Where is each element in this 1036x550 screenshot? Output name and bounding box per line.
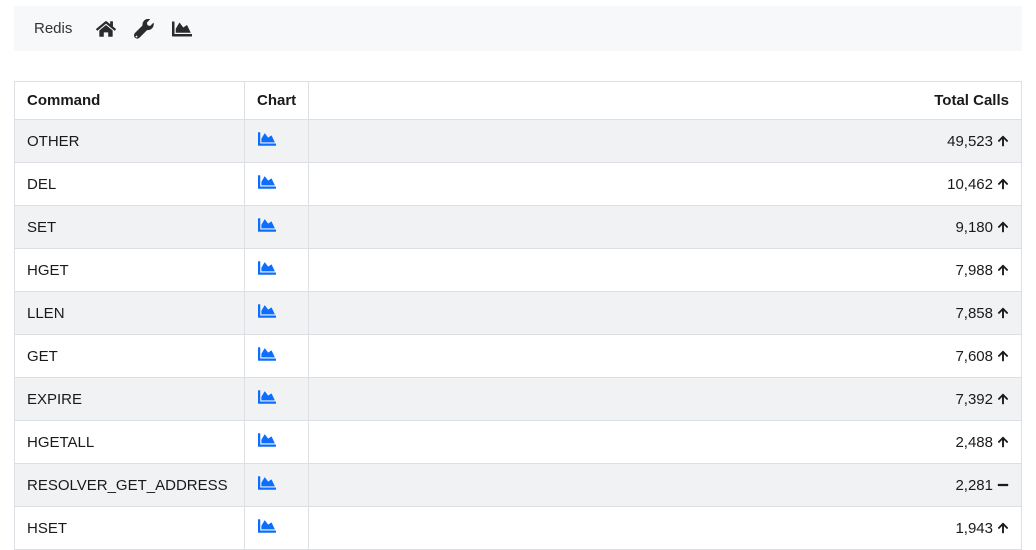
- chart-cell: [245, 421, 309, 464]
- table-row: HGET 7,988: [15, 249, 1022, 292]
- chart-cell: [245, 120, 309, 163]
- trend-up-icon: [997, 178, 1009, 190]
- chart-area-icon[interactable]: [257, 431, 277, 449]
- chart-area-icon[interactable]: [257, 130, 277, 148]
- table-row: SET 9,180: [15, 206, 1022, 249]
- table-row: GET 7,608: [15, 335, 1022, 378]
- page-title: Redis: [28, 16, 78, 41]
- chart-cell: [245, 378, 309, 421]
- total-calls-cell: 7,858: [309, 292, 1022, 335]
- total-calls-value: 9,180: [955, 219, 993, 236]
- chart-cell: [245, 249, 309, 292]
- chart-area-icon[interactable]: [257, 345, 277, 363]
- chart-area-icon[interactable]: [257, 388, 277, 406]
- chart-cell: [245, 335, 309, 378]
- command-cell: HGETALL: [15, 421, 245, 464]
- command-cell: HSET: [15, 507, 245, 550]
- trend-up-icon: [997, 522, 1009, 534]
- total-calls-value: 1,943: [955, 520, 993, 537]
- trend-up-icon: [997, 135, 1009, 147]
- total-calls-cell: 1,943: [309, 507, 1022, 550]
- table-row: EXPIRE 7,392: [15, 378, 1022, 421]
- table-row: HGETALL 2,488: [15, 421, 1022, 464]
- trend-up-icon: [997, 393, 1009, 405]
- total-calls-value: 49,523: [947, 133, 993, 150]
- trend-up-icon: [997, 436, 1009, 448]
- total-calls-value: 7,392: [955, 391, 993, 408]
- wrench-icon[interactable]: [134, 19, 154, 39]
- command-cell: DEL: [15, 163, 245, 206]
- total-calls-cell: 2,281: [309, 464, 1022, 507]
- chart-cell: [245, 292, 309, 335]
- trend-up-icon: [997, 264, 1009, 276]
- total-calls-cell: 9,180: [309, 206, 1022, 249]
- table-row: DEL 10,462: [15, 163, 1022, 206]
- table-row: LLEN 7,858: [15, 292, 1022, 335]
- commands-table: Command Chart Total Calls OTHER 49,523 DEL…: [14, 81, 1022, 550]
- total-calls-cell: 7,392: [309, 378, 1022, 421]
- total-calls-value: 7,608: [955, 348, 993, 365]
- chart-area-icon[interactable]: [257, 259, 277, 277]
- command-cell: OTHER: [15, 120, 245, 163]
- total-calls-cell: 49,523: [309, 120, 1022, 163]
- total-calls-cell: 7,988: [309, 249, 1022, 292]
- command-cell: SET: [15, 206, 245, 249]
- chart-area-icon[interactable]: [172, 19, 192, 39]
- chart-area-icon[interactable]: [257, 517, 277, 535]
- command-cell: EXPIRE: [15, 378, 245, 421]
- total-calls-cell: 10,462: [309, 163, 1022, 206]
- column-header-command[interactable]: Command: [15, 82, 245, 120]
- table-row: HSET 1,943: [15, 507, 1022, 550]
- command-cell: GET: [15, 335, 245, 378]
- total-calls-value: 7,988: [955, 262, 993, 279]
- table-row: OTHER 49,523: [15, 120, 1022, 163]
- trend-flat-icon: [997, 479, 1009, 491]
- command-cell: HGET: [15, 249, 245, 292]
- total-calls-cell: 2,488: [309, 421, 1022, 464]
- column-header-total[interactable]: Total Calls: [309, 82, 1022, 120]
- chart-cell: [245, 464, 309, 507]
- command-cell: RESOLVER_GET_ADDRESS: [15, 464, 245, 507]
- total-calls-value: 2,488: [955, 434, 993, 451]
- chart-cell: [245, 163, 309, 206]
- chart-area-icon[interactable]: [257, 173, 277, 191]
- total-calls-value: 7,858: [955, 305, 993, 322]
- chart-area-icon[interactable]: [257, 216, 277, 234]
- home-icon[interactable]: [96, 19, 116, 39]
- chart-area-icon[interactable]: [257, 474, 277, 492]
- column-header-chart[interactable]: Chart: [245, 82, 309, 120]
- table-row: RESOLVER_GET_ADDRESS 2,281: [15, 464, 1022, 507]
- chart-cell: [245, 507, 309, 550]
- total-calls-cell: 7,608: [309, 335, 1022, 378]
- chart-cell: [245, 206, 309, 249]
- total-calls-value: 2,281: [955, 477, 993, 494]
- chart-area-icon[interactable]: [257, 302, 277, 320]
- trend-up-icon: [997, 350, 1009, 362]
- command-cell: LLEN: [15, 292, 245, 335]
- header-bar: Redis: [14, 6, 1022, 51]
- trend-up-icon: [997, 307, 1009, 319]
- trend-up-icon: [997, 221, 1009, 233]
- commands-table-wrap: Command Chart Total Calls OTHER 49,523 DEL…: [14, 81, 1022, 550]
- total-calls-value: 10,462: [947, 176, 993, 193]
